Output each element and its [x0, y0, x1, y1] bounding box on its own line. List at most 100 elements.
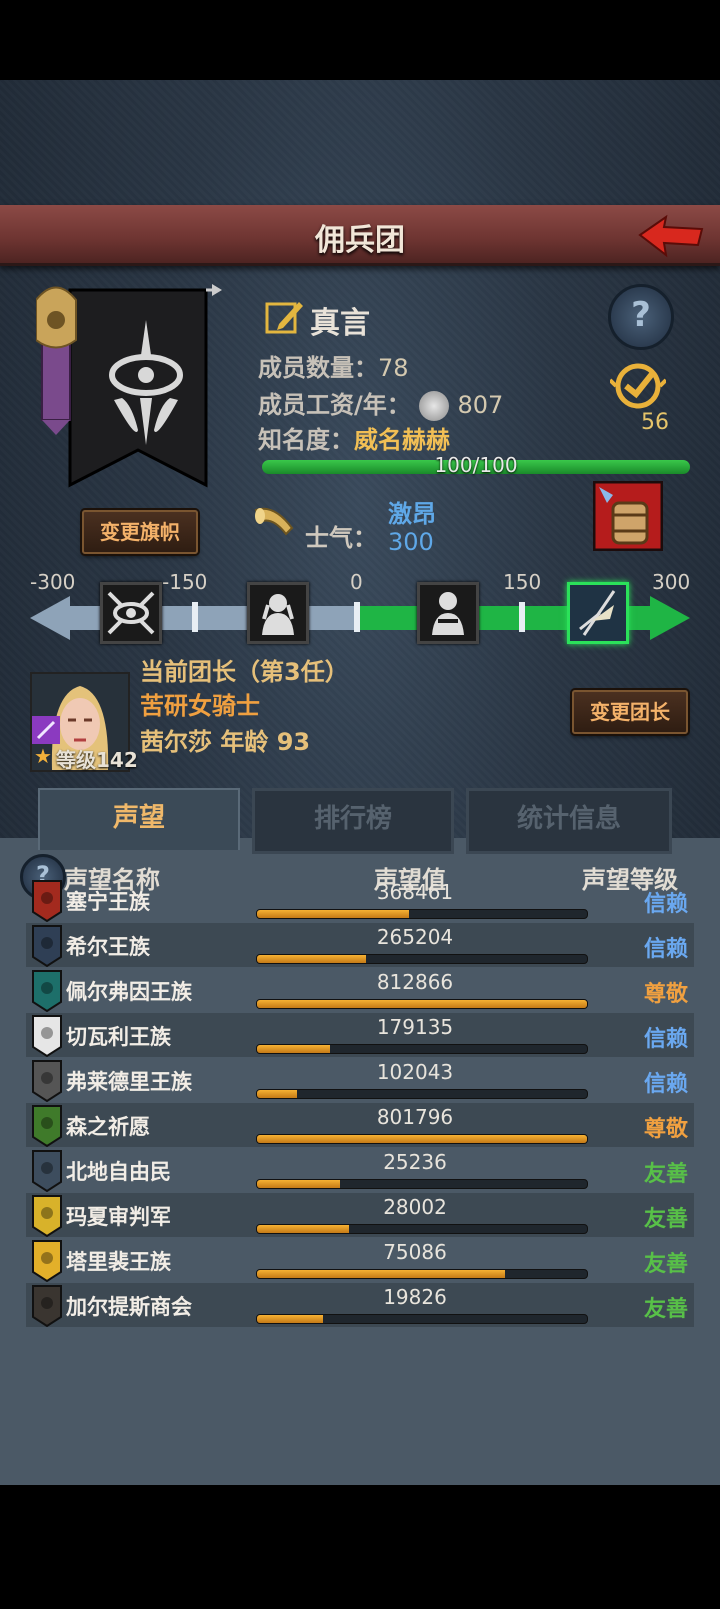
reputation-bar	[256, 954, 588, 964]
reputation-bar	[256, 909, 588, 919]
fame-progress-text: 100/100	[434, 453, 518, 477]
faction-crest-icon	[32, 1240, 62, 1282]
leader-name-age: 茜尔莎 年龄 93	[140, 728, 311, 756]
faction-name: 玛夏审判军	[66, 1205, 171, 1229]
reputation-bar	[256, 1089, 588, 1099]
reputation-value: 25236	[383, 1150, 447, 1174]
banner-icon	[35, 284, 222, 488]
faction-crest-icon	[32, 970, 62, 1012]
faction-crest-icon	[32, 1105, 62, 1147]
reputation-bar	[256, 1314, 588, 1324]
members-row: 成员数量：78	[258, 348, 409, 383]
back-arrow-icon[interactable]	[636, 211, 706, 261]
fame-value: 威名赫赫	[354, 426, 450, 454]
table-row[interactable]: 切瓦利王族 179135 信赖	[26, 1013, 694, 1057]
faction-name: 加尔提斯商会	[66, 1295, 192, 1319]
leader-title: 当前团长（第3任）	[140, 658, 349, 686]
table-row[interactable]: 北地自由民 25236 友善	[26, 1148, 694, 1192]
wage-row: 成员工资/年： 807	[258, 385, 503, 421]
change-leader-button[interactable]: 变更团长	[572, 690, 688, 734]
morale-high-icon[interactable]	[567, 582, 629, 644]
reputation-level: 信赖	[643, 892, 688, 917]
members-label: 成员数量：	[258, 354, 378, 382]
rank-badge-icon[interactable]	[610, 360, 666, 410]
leader-class: 苦研女骑士	[140, 692, 260, 720]
fame-row: 知名度：威名赫赫	[258, 420, 450, 455]
morale-label: 士气：	[305, 524, 377, 552]
reputation-level: 友善	[643, 1207, 688, 1232]
rank-badge-value: 56	[641, 410, 669, 435]
table-row[interactable]: 佩尔弗因王族 812866 尊敬	[26, 968, 694, 1012]
title-bar: 佣兵团	[0, 205, 720, 266]
table-row[interactable]: 森之祈愿 801796 尊敬	[26, 1103, 694, 1147]
silver-coin-icon	[419, 391, 450, 421]
table-row[interactable]: 塔里裴王族 75086 友善	[26, 1238, 694, 1282]
faction-name: 切瓦利王族	[66, 1025, 171, 1049]
reputation-level: 友善	[643, 1252, 688, 1277]
reputation-value: 75086	[383, 1240, 447, 1264]
tab-statistics[interactable]: 统计信息	[466, 788, 672, 854]
faction-crest-icon	[32, 1195, 62, 1237]
motto-text: 真言	[310, 306, 370, 341]
faction-crest-icon	[32, 1285, 62, 1327]
reputation-bar	[256, 1134, 588, 1144]
reputation-bar	[256, 1269, 588, 1279]
scale-label: 0	[350, 570, 363, 594]
faction-name: 弗莱德里王族	[66, 1070, 192, 1094]
reputation-value: 19826	[383, 1285, 447, 1309]
company-banner	[35, 280, 226, 505]
fame-label: 知名度：	[258, 426, 354, 454]
table-row[interactable]: 希尔王族 265204 信赖	[26, 923, 694, 967]
change-flag-button[interactable]: 变更旗帜	[82, 510, 198, 554]
reputation-bar	[256, 1044, 588, 1054]
reputation-level: 尊敬	[643, 1117, 688, 1142]
tab-ranking[interactable]: 排行榜	[252, 788, 454, 854]
help-icon[interactable]: ?	[608, 284, 674, 350]
morale-calm-icon[interactable]	[417, 582, 479, 644]
reputation-bar	[256, 1224, 588, 1234]
faction-name: 森之祈愿	[66, 1115, 150, 1139]
faction-crest-icon	[32, 880, 62, 922]
reputation-value: 179135	[376, 1015, 454, 1039]
faction-name: 塞宁王族	[66, 890, 150, 914]
reputation-value: 102043	[376, 1060, 454, 1084]
supply-barrel-icon[interactable]	[593, 481, 663, 551]
reputation-bar	[256, 999, 588, 1009]
scale-label: -300	[30, 570, 76, 594]
reputation-value: 368461	[376, 880, 454, 904]
faction-name: 塔里裴王族	[66, 1250, 171, 1274]
reputation-value: 265204	[376, 925, 454, 949]
table-row[interactable]: 塞宁王族 368461 信赖	[26, 878, 694, 922]
morale-fear-icon[interactable]	[247, 582, 309, 644]
faction-crest-icon	[32, 1015, 62, 1057]
wage-value: 807	[457, 391, 504, 419]
table-row[interactable]: 加尔提斯商会 19826 友善	[26, 1283, 694, 1327]
reputation-bar	[256, 1179, 588, 1189]
reputation-value: 812866	[376, 970, 454, 994]
scale-label: -150	[162, 570, 208, 594]
reputation-level: 信赖	[643, 937, 688, 962]
reputation-value: 801796	[376, 1105, 454, 1129]
scale-label: 300	[652, 570, 691, 594]
edit-pen-icon[interactable]	[265, 298, 305, 338]
reputation-level: 信赖	[643, 1072, 688, 1097]
faction-name: 佩尔弗因王族	[66, 980, 192, 1004]
faction-crest-icon	[32, 1150, 62, 1192]
morale-state: 激昂	[388, 500, 436, 528]
tab-reputation[interactable]: 声望	[38, 788, 240, 850]
page-title: 佣兵团	[315, 223, 405, 258]
class-badge-icon	[32, 716, 60, 744]
leader-level: 等级142	[56, 748, 138, 772]
reputation-level: 尊敬	[643, 982, 688, 1007]
faction-crest-icon	[32, 1060, 62, 1102]
reputation-level: 友善	[643, 1297, 688, 1322]
horn-icon	[254, 507, 294, 536]
faction-name: 北地自由民	[66, 1160, 171, 1184]
arrow-right-icon	[650, 596, 690, 640]
table-row[interactable]: 玛夏审判军 28002 友善	[26, 1193, 694, 1237]
reputation-value: 28002	[383, 1195, 447, 1219]
table-row[interactable]: 弗莱德里王族 102043 信赖	[26, 1058, 694, 1102]
scale-label: 150	[503, 570, 542, 594]
morale-despair-icon[interactable]	[100, 582, 162, 644]
reputation-level: 友善	[643, 1162, 688, 1187]
